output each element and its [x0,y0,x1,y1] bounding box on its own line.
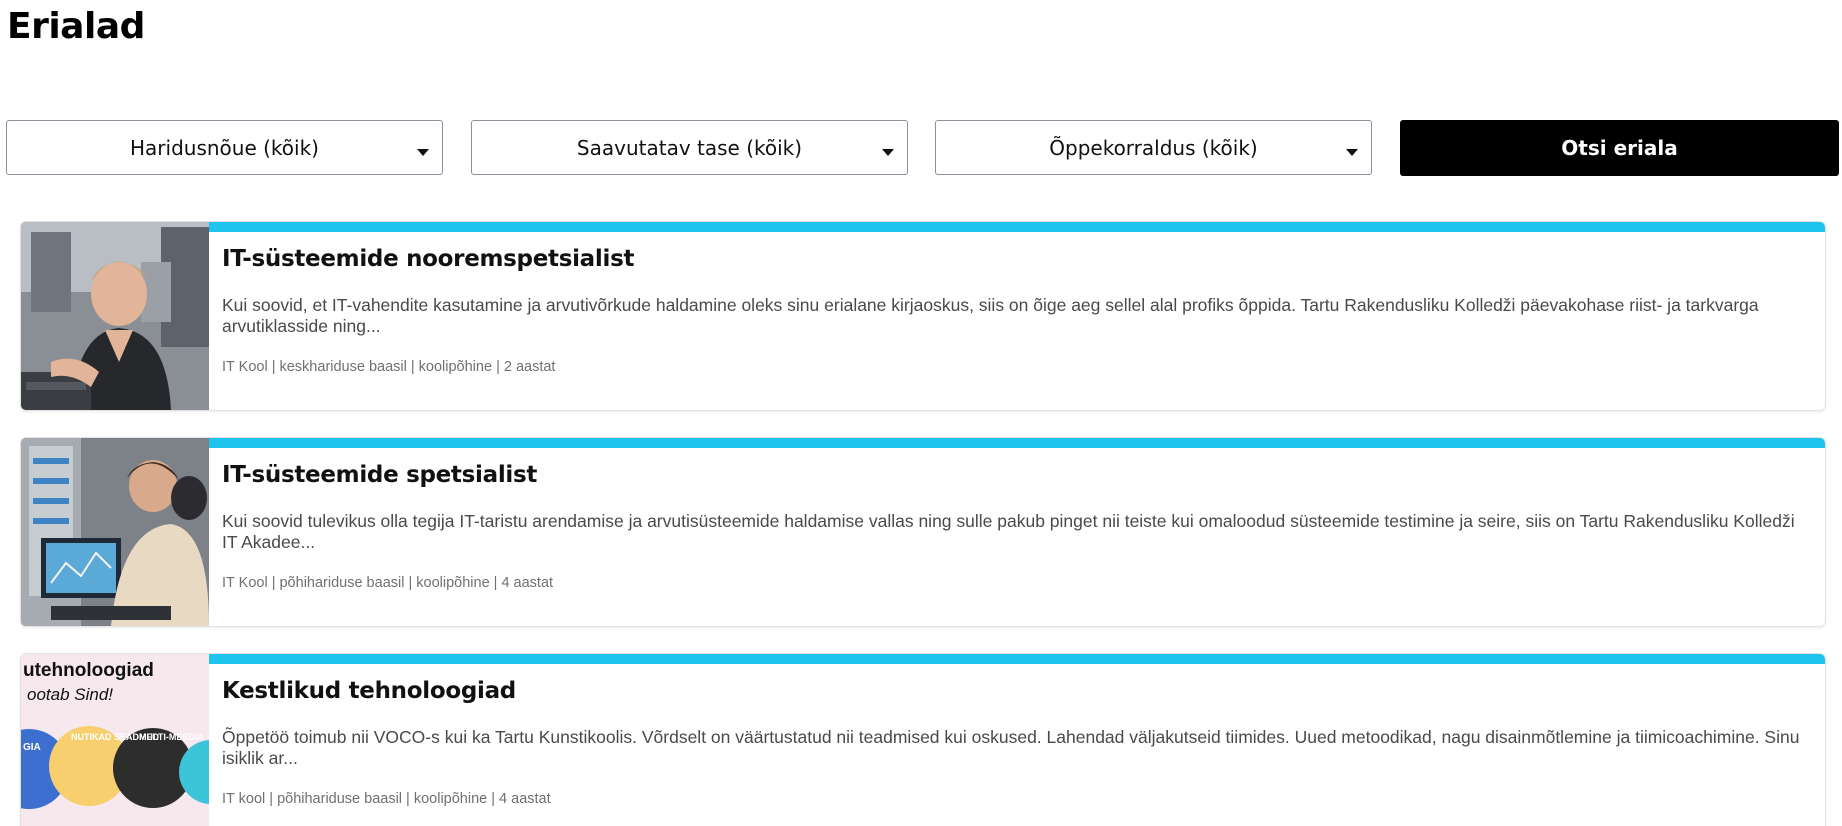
education-requirement-select[interactable]: Haridusnõue (kõik) [6,120,443,175]
program-description: Kui soovid, et IT-vahendite kasutamine j… [222,295,1759,336]
program-thumbnail-image[interactable] [21,222,209,410]
page-title: Erialad [7,6,145,47]
program-title[interactable]: Kestlikud tehnoloogiad [222,678,516,704]
study-form-select[interactable]: Õppekorraldus (kõik) [935,120,1372,175]
card-accent-bar [209,222,1825,232]
search-program-button[interactable]: Otsi eriala [1400,120,1839,176]
select-label: Saavutatav tase (kõik) [576,135,803,160]
chevron-down-icon [417,149,429,156]
program-meta: IT kool | põhihariduse baasil | koolipõh… [222,791,551,807]
thumb-circle-label: MULTI-MEEDIA [139,732,204,742]
program-card[interactable]: IT-süsteemide spetsialist Kui soovid tul… [20,437,1826,627]
program-card[interactable]: IT-süsteemide nooremspetsialist Kui soov… [20,221,1826,411]
select-label: Haridusnõue (kõik) [130,135,319,160]
program-thumbnail-image[interactable]: utehnoloogiad ootab Sind! GIA NUTIKAD SE… [21,654,209,826]
select-label: Õppekorraldus (kõik) [1049,135,1258,160]
program-meta: IT Kool | keskhariduse baasil | koolipõh… [222,359,556,375]
thumb-headline: utehnoloogiad [23,660,154,681]
chevron-down-icon [1346,149,1358,156]
achievable-level-select[interactable]: Saavutatav tase (kõik) [471,120,908,175]
chevron-down-icon [882,149,894,156]
program-description: Õppetöö toimub nii VOCO-s kui ka Tartu K… [222,727,1800,768]
program-thumbnail-image[interactable] [21,438,209,626]
thumb-subline: ootab Sind! [27,685,113,704]
filter-bar: Haridusnõue (kõik) Saavutatav tase (kõik… [6,120,1840,177]
program-title[interactable]: IT-süsteemide nooremspetsialist [222,246,634,272]
card-accent-bar [209,654,1825,664]
page: Erialad Haridusnõue (kõik) Saavutatav ta… [0,0,1842,826]
program-title[interactable]: IT-süsteemide spetsialist [222,462,537,488]
program-description: Kui soovid tulevikus olla tegija IT-tari… [222,511,1795,552]
program-card[interactable]: utehnoloogiad ootab Sind! GIA NUTIKAD SE… [20,653,1826,826]
program-meta: IT Kool | põhihariduse baasil | koolipõh… [222,575,554,591]
card-accent-bar [209,438,1825,448]
thumb-circle-label: GIA [23,742,41,753]
